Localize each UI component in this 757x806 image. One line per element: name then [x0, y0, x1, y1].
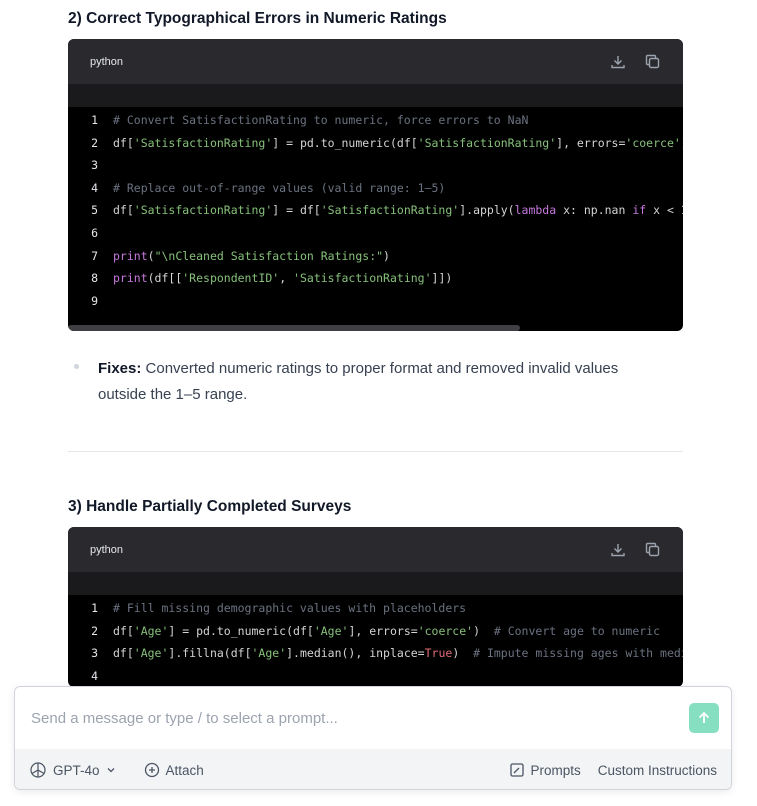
copy-icon[interactable]	[643, 53, 661, 71]
code-line: 1 # Fill missing demographic values with …	[68, 597, 683, 620]
code-text: print(df[['RespondentID', 'SatisfactionR…	[113, 271, 453, 286]
code-text: df['SatisfactionRating'] = df['Satisfact…	[113, 203, 683, 218]
code-text: # Fill missing demographic values with p…	[113, 601, 467, 615]
line-number: 3	[91, 646, 98, 661]
code-line: 8 print(df[['RespondentID', 'Satisfaction…	[68, 267, 683, 290]
code-text: df['SatisfactionRating'] = pd.to_numeric…	[113, 135, 683, 150]
chevron-down-icon	[107, 768, 114, 773]
line-number: 6	[91, 225, 98, 240]
code-language: python	[90, 543, 124, 556]
line-number: 8	[91, 271, 98, 286]
code-line: 2 df['Age'] = pd.to_numeric(df['Age'], er…	[68, 620, 683, 643]
line-number: 2	[91, 135, 98, 150]
prompts-label: Prompts	[530, 762, 581, 778]
code-content: 1 # Fill missing demographic values with …	[68, 595, 683, 687]
horizontal-scrollbar[interactable]	[68, 325, 520, 331]
code-line: 4	[68, 665, 683, 687]
send-button[interactable]	[689, 703, 719, 733]
code-line: 6	[68, 222, 683, 245]
section-heading: 2) Correct Typographical Errors in Numer…	[68, 10, 447, 27]
code-language: python	[90, 55, 124, 68]
code-text: # Replace out-of-range values (valid ran…	[113, 180, 446, 195]
line-number: 4	[91, 180, 98, 195]
attach-label: Attach	[165, 762, 204, 778]
code-line: 7 print("\nCleaned Satisfaction Ratings:"…	[68, 245, 683, 268]
fix-label: Fixes:	[98, 360, 142, 377]
prompts-button[interactable]: Prompts	[510, 762, 581, 778]
code-line: 3 df['Age'].fillna(df['Age'].median(), in…	[68, 642, 683, 665]
custom-instructions-label: Custom Instructions	[597, 762, 717, 778]
code-line: 4 # Replace out-of-range values (valid ra…	[68, 177, 683, 200]
edit-square-icon	[510, 763, 525, 777]
arrow-up-icon	[698, 711, 710, 723]
line-number: 2	[91, 623, 98, 638]
attach-button[interactable]: Attach	[144, 762, 204, 778]
line-number: 5	[91, 203, 98, 218]
code-text: print("\nCleaned Satisfaction Ratings:")	[113, 248, 390, 263]
line-number: 1	[91, 113, 98, 127]
composer-toolbar: GPT-4o Attach Prompts Custom Instruction…	[15, 749, 731, 789]
code-line: 3	[68, 154, 683, 177]
line-number: 4	[91, 668, 98, 683]
code-line: 5 df['SatisfactionRating'] = df['Satisfac…	[68, 199, 683, 222]
code-block: python 1 # Fill missing demographic value…	[68, 527, 683, 687]
bullet-icon	[74, 364, 79, 369]
message-input[interactable]	[31, 709, 671, 727]
line-number: 7	[91, 248, 98, 263]
fix-text: Converted numeric ratings to proper form…	[98, 360, 619, 403]
list-item: Fixes: Converted numeric ratings to prop…	[68, 356, 668, 408]
code-text: # Convert SatisfactionRating to numeric,…	[113, 113, 529, 127]
openai-logo-icon	[30, 762, 46, 778]
custom-instructions-button[interactable]: Custom Instructions	[598, 763, 717, 778]
section-heading: 3) Handle Partially Completed Surveys	[68, 498, 352, 515]
code-header: python	[68, 527, 683, 572]
plus-circle-icon	[144, 762, 159, 778]
code-content: 1 # Convert SatisfactionRating to numeric…	[68, 107, 683, 312]
line-number: 9	[91, 293, 98, 308]
code-header: python	[68, 39, 683, 84]
copy-icon[interactable]	[643, 541, 661, 559]
download-icon[interactable]	[609, 541, 627, 559]
line-number: 3	[91, 158, 98, 173]
model-selector[interactable]: GPT-4o	[29, 761, 116, 779]
code-text: df['Age'].fillna(df['Age'].median(), inp…	[113, 646, 683, 661]
download-icon[interactable]	[609, 53, 627, 71]
fix-description: Fixes: Converted numeric ratings to prop…	[98, 356, 668, 408]
divider	[68, 451, 683, 452]
code-line: 1 # Convert SatisfactionRating to numeric…	[68, 109, 683, 132]
line-number: 1	[91, 601, 98, 615]
code-line: 2 df['SatisfactionRating'] = pd.to_numeri…	[68, 132, 683, 155]
code-block: python 1 # Convert SatisfactionRating to …	[68, 39, 683, 331]
code-text: df['Age'] = pd.to_numeric(df['Age'], err…	[113, 623, 661, 638]
message-composer: GPT-4o Attach Prompts Custom Instruction…	[14, 686, 732, 790]
model-name: GPT-4o	[53, 762, 100, 778]
code-line: 9	[68, 290, 683, 313]
